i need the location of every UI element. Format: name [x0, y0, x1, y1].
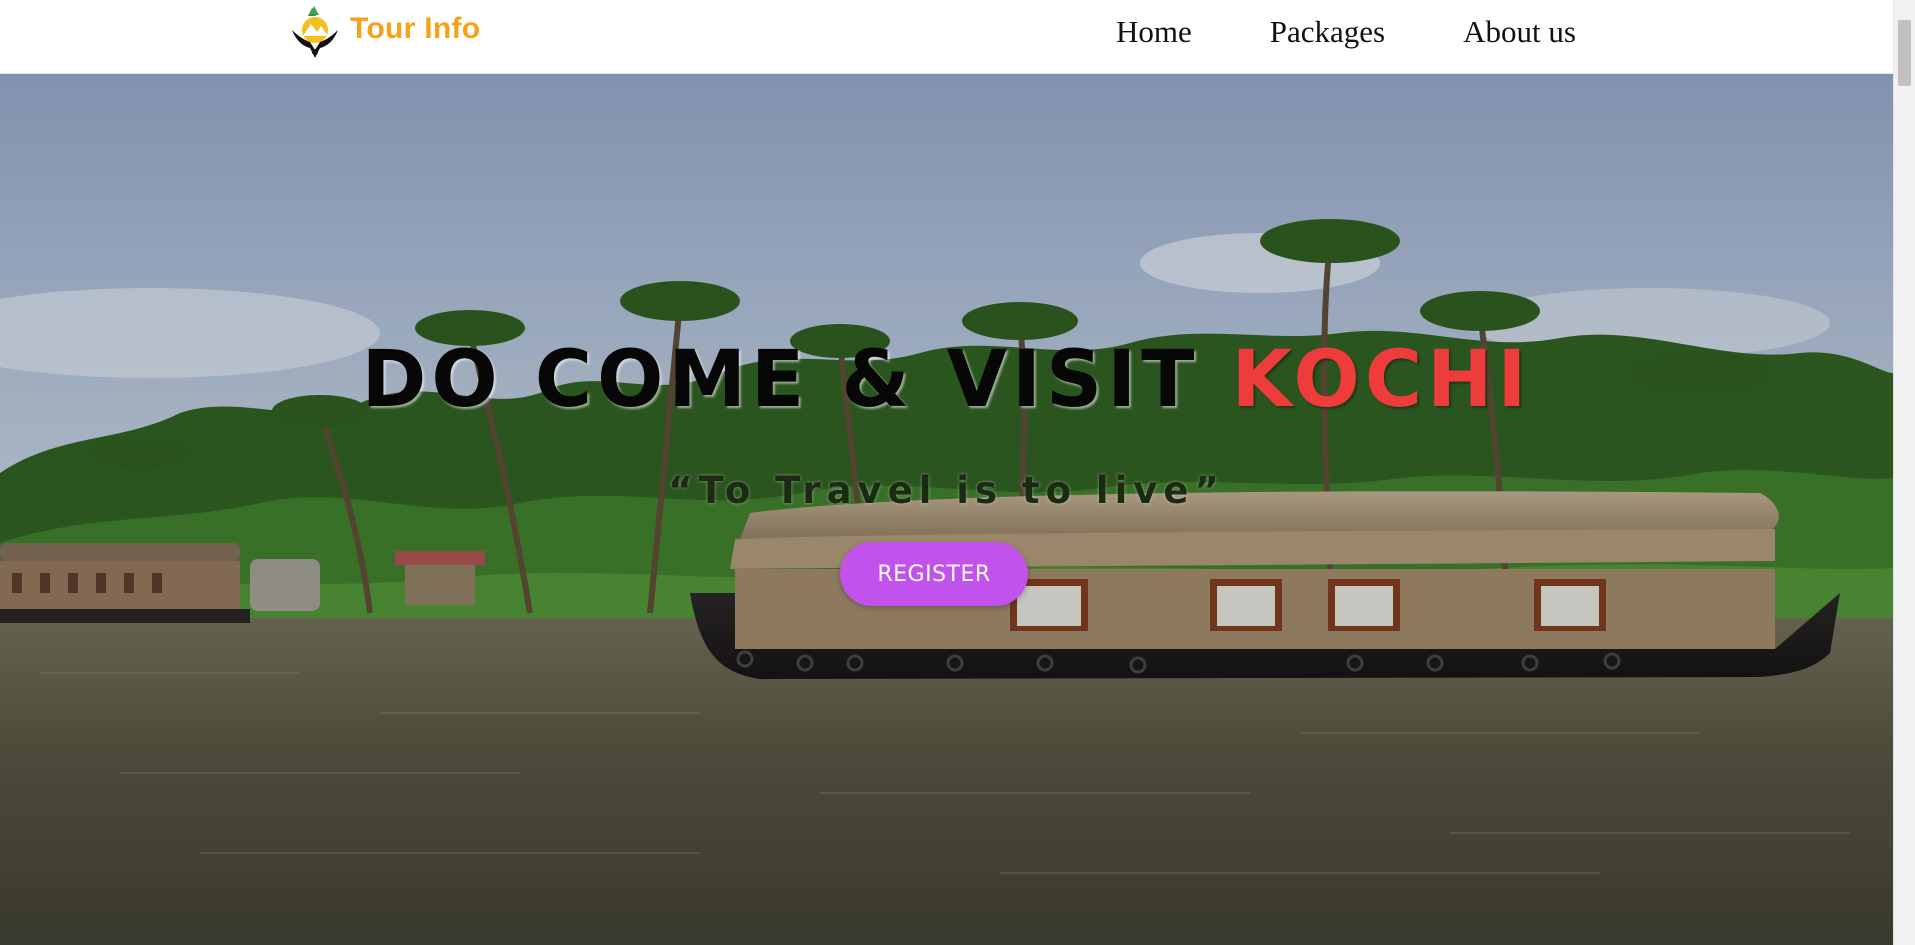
brand-name: Tour Info	[350, 12, 481, 45]
hero-heading-highlight: KOCHI	[1231, 335, 1532, 425]
register-button[interactable]: REGISTER	[840, 542, 1028, 606]
scrollbar-thumb[interactable]	[1898, 20, 1911, 86]
hero-tagline: “To Travel is to live”	[668, 469, 1225, 512]
nav-home-link[interactable]: Home	[1116, 14, 1192, 50]
main-nav: Home Packages About us	[1116, 14, 1576, 50]
travel-globe-logo-icon	[292, 6, 338, 58]
page-scrollbar[interactable]	[1893, 0, 1915, 945]
nav-packages-link[interactable]: Packages	[1270, 14, 1385, 50]
hero-section: DO COME & VISIT KOCHI “To Travel is to l…	[0, 73, 1893, 945]
hero-heading: DO COME & VISIT KOCHI	[0, 341, 1893, 419]
site-header: Tour Info Home Packages About us	[0, 0, 1893, 74]
nav-about-us-link[interactable]: About us	[1463, 14, 1576, 50]
hero-heading-main: DO COME & VISIT	[361, 335, 1232, 425]
brand-logo[interactable]: Tour Info	[290, 6, 480, 60]
